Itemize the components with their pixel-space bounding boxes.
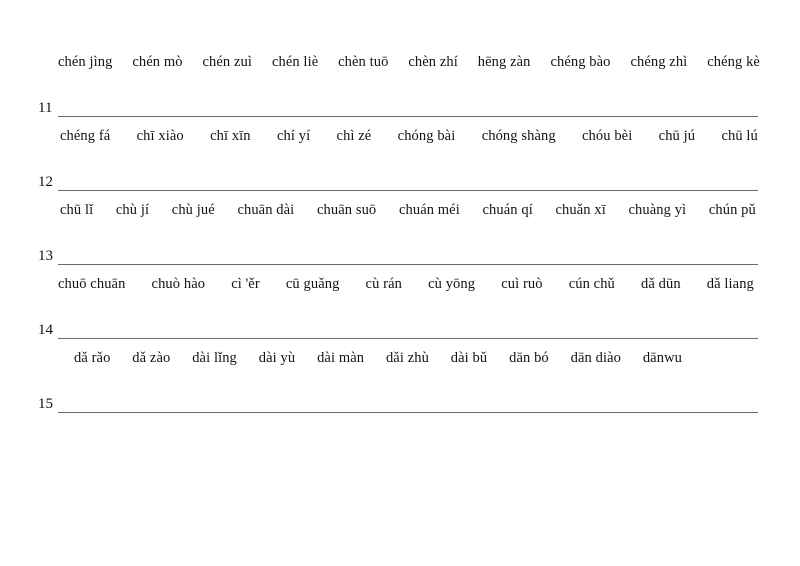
worksheet-row-block: chuō chuān chuò hào cì 'ěr cū guǎng cù r… — [0, 266, 800, 340]
pinyin-word: dǎ liang — [706, 276, 754, 292]
line-number: 13 — [38, 248, 53, 264]
pinyin-word: chèn tuō — [338, 54, 389, 70]
pinyin-word: cún chǔ — [568, 276, 615, 292]
answer-rule-row: 12 — [0, 154, 800, 192]
pinyin-word: chóu bèi — [582, 128, 633, 144]
pinyin-word: chén jìng — [58, 54, 113, 70]
pinyin-word: cū guǎng — [285, 276, 340, 292]
pinyin-word: cuì ruò — [501, 276, 543, 292]
pinyin-word: chuò hào — [151, 276, 206, 292]
pinyin-word: dǎ rǎo — [74, 350, 111, 366]
answer-rule-row: 14 — [0, 302, 800, 340]
pinyin-word: cì 'ěr — [231, 276, 260, 292]
pinyin-word-row: chuō chuān chuò hào cì 'ěr cū guǎng cù r… — [0, 266, 800, 302]
pinyin-word: chī xīn — [210, 128, 251, 144]
pinyin-word-row: chéng fá chī xiào chī xīn chí yí chì zé … — [0, 118, 800, 154]
worksheet-row-block: chū lǐ chù jí chù jué chuān dài chuān su… — [0, 192, 800, 266]
pinyin-word: dān bó — [509, 350, 549, 366]
pinyin-word: chū jú — [658, 128, 696, 144]
pinyin-word: dǎ dūn — [641, 276, 681, 292]
worksheet-page: chén jìng chén mò chén zuì chén liè chèn… — [0, 0, 800, 566]
pinyin-word: dǎi zhù — [385, 350, 429, 366]
pinyin-word: hēng zàn — [477, 54, 531, 70]
pinyin-word: chén zuì — [202, 54, 253, 70]
pinyin-word: chì zé — [336, 128, 372, 144]
pinyin-word: chéng zhì — [630, 54, 688, 70]
pinyin-word: dānwu — [642, 350, 682, 366]
pinyin-word: chóng bài — [397, 128, 456, 144]
pinyin-word: dài màn — [317, 350, 365, 366]
worksheet-row-block: dǎ rǎo dǎ zào dài lǐng dài yù dài màn dǎ… — [0, 340, 800, 414]
line-number: 15 — [38, 396, 53, 412]
pinyin-word: cù yōng — [428, 276, 476, 292]
pinyin-word: chù jí — [115, 202, 150, 218]
pinyin-word: chuán qí — [482, 202, 533, 218]
pinyin-word: chéng bào — [550, 54, 611, 70]
pinyin-word: chéng fá — [60, 128, 111, 144]
pinyin-word: dài yù — [258, 350, 296, 366]
pinyin-word: chèn zhí — [408, 54, 458, 70]
pinyin-word: cù rán — [365, 276, 402, 292]
pinyin-word: dān diào — [570, 350, 621, 366]
writing-line — [58, 190, 758, 191]
answer-rule-row: 15 — [0, 376, 800, 414]
writing-line — [58, 338, 758, 339]
pinyin-word: chéng kè — [707, 54, 760, 70]
answer-rule-row: 13 — [0, 228, 800, 266]
writing-line — [58, 412, 758, 413]
worksheet-row-block: chén jìng chén mò chén zuì chén liè chèn… — [0, 44, 800, 118]
writing-line — [58, 116, 758, 117]
pinyin-word: chuàng yì — [628, 202, 687, 218]
pinyin-word: dài lǐng — [192, 350, 237, 366]
pinyin-word: chuān dài — [237, 202, 295, 218]
pinyin-word: chuān suō — [316, 202, 377, 218]
pinyin-word: chū lú — [721, 128, 758, 144]
line-number: 12 — [38, 174, 53, 190]
pinyin-word: chī xiào — [136, 128, 184, 144]
pinyin-word: chū lǐ — [60, 202, 94, 218]
pinyin-word: chún pǔ — [708, 202, 756, 218]
pinyin-word: chén liè — [271, 54, 319, 70]
pinyin-word: dài bǔ — [450, 350, 488, 366]
pinyin-word-row: chén jìng chén mò chén zuì chén liè chèn… — [0, 44, 800, 80]
worksheet-row-block: chéng fá chī xiào chī xīn chí yí chì zé … — [0, 118, 800, 192]
pinyin-word: chuǎn xī — [555, 202, 606, 218]
pinyin-word: chuō chuān — [58, 276, 126, 292]
pinyin-word: dǎ zào — [132, 350, 171, 366]
pinyin-word: chóng shàng — [481, 128, 556, 144]
pinyin-word-row: dǎ rǎo dǎ zào dài lǐng dài yù dài màn dǎ… — [0, 340, 800, 376]
pinyin-word: chí yí — [276, 128, 311, 144]
pinyin-word-row: chū lǐ chù jí chù jué chuān dài chuān su… — [0, 192, 800, 228]
writing-line — [58, 264, 758, 265]
pinyin-word: chù jué — [171, 202, 215, 218]
line-number: 11 — [38, 100, 53, 116]
worksheet-body: chén jìng chén mò chén zuì chén liè chèn… — [0, 44, 800, 414]
answer-rule-row: 11 — [0, 80, 800, 118]
pinyin-word: chuán méi — [398, 202, 460, 218]
pinyin-word: chén mò — [132, 54, 183, 70]
line-number: 14 — [38, 322, 53, 338]
